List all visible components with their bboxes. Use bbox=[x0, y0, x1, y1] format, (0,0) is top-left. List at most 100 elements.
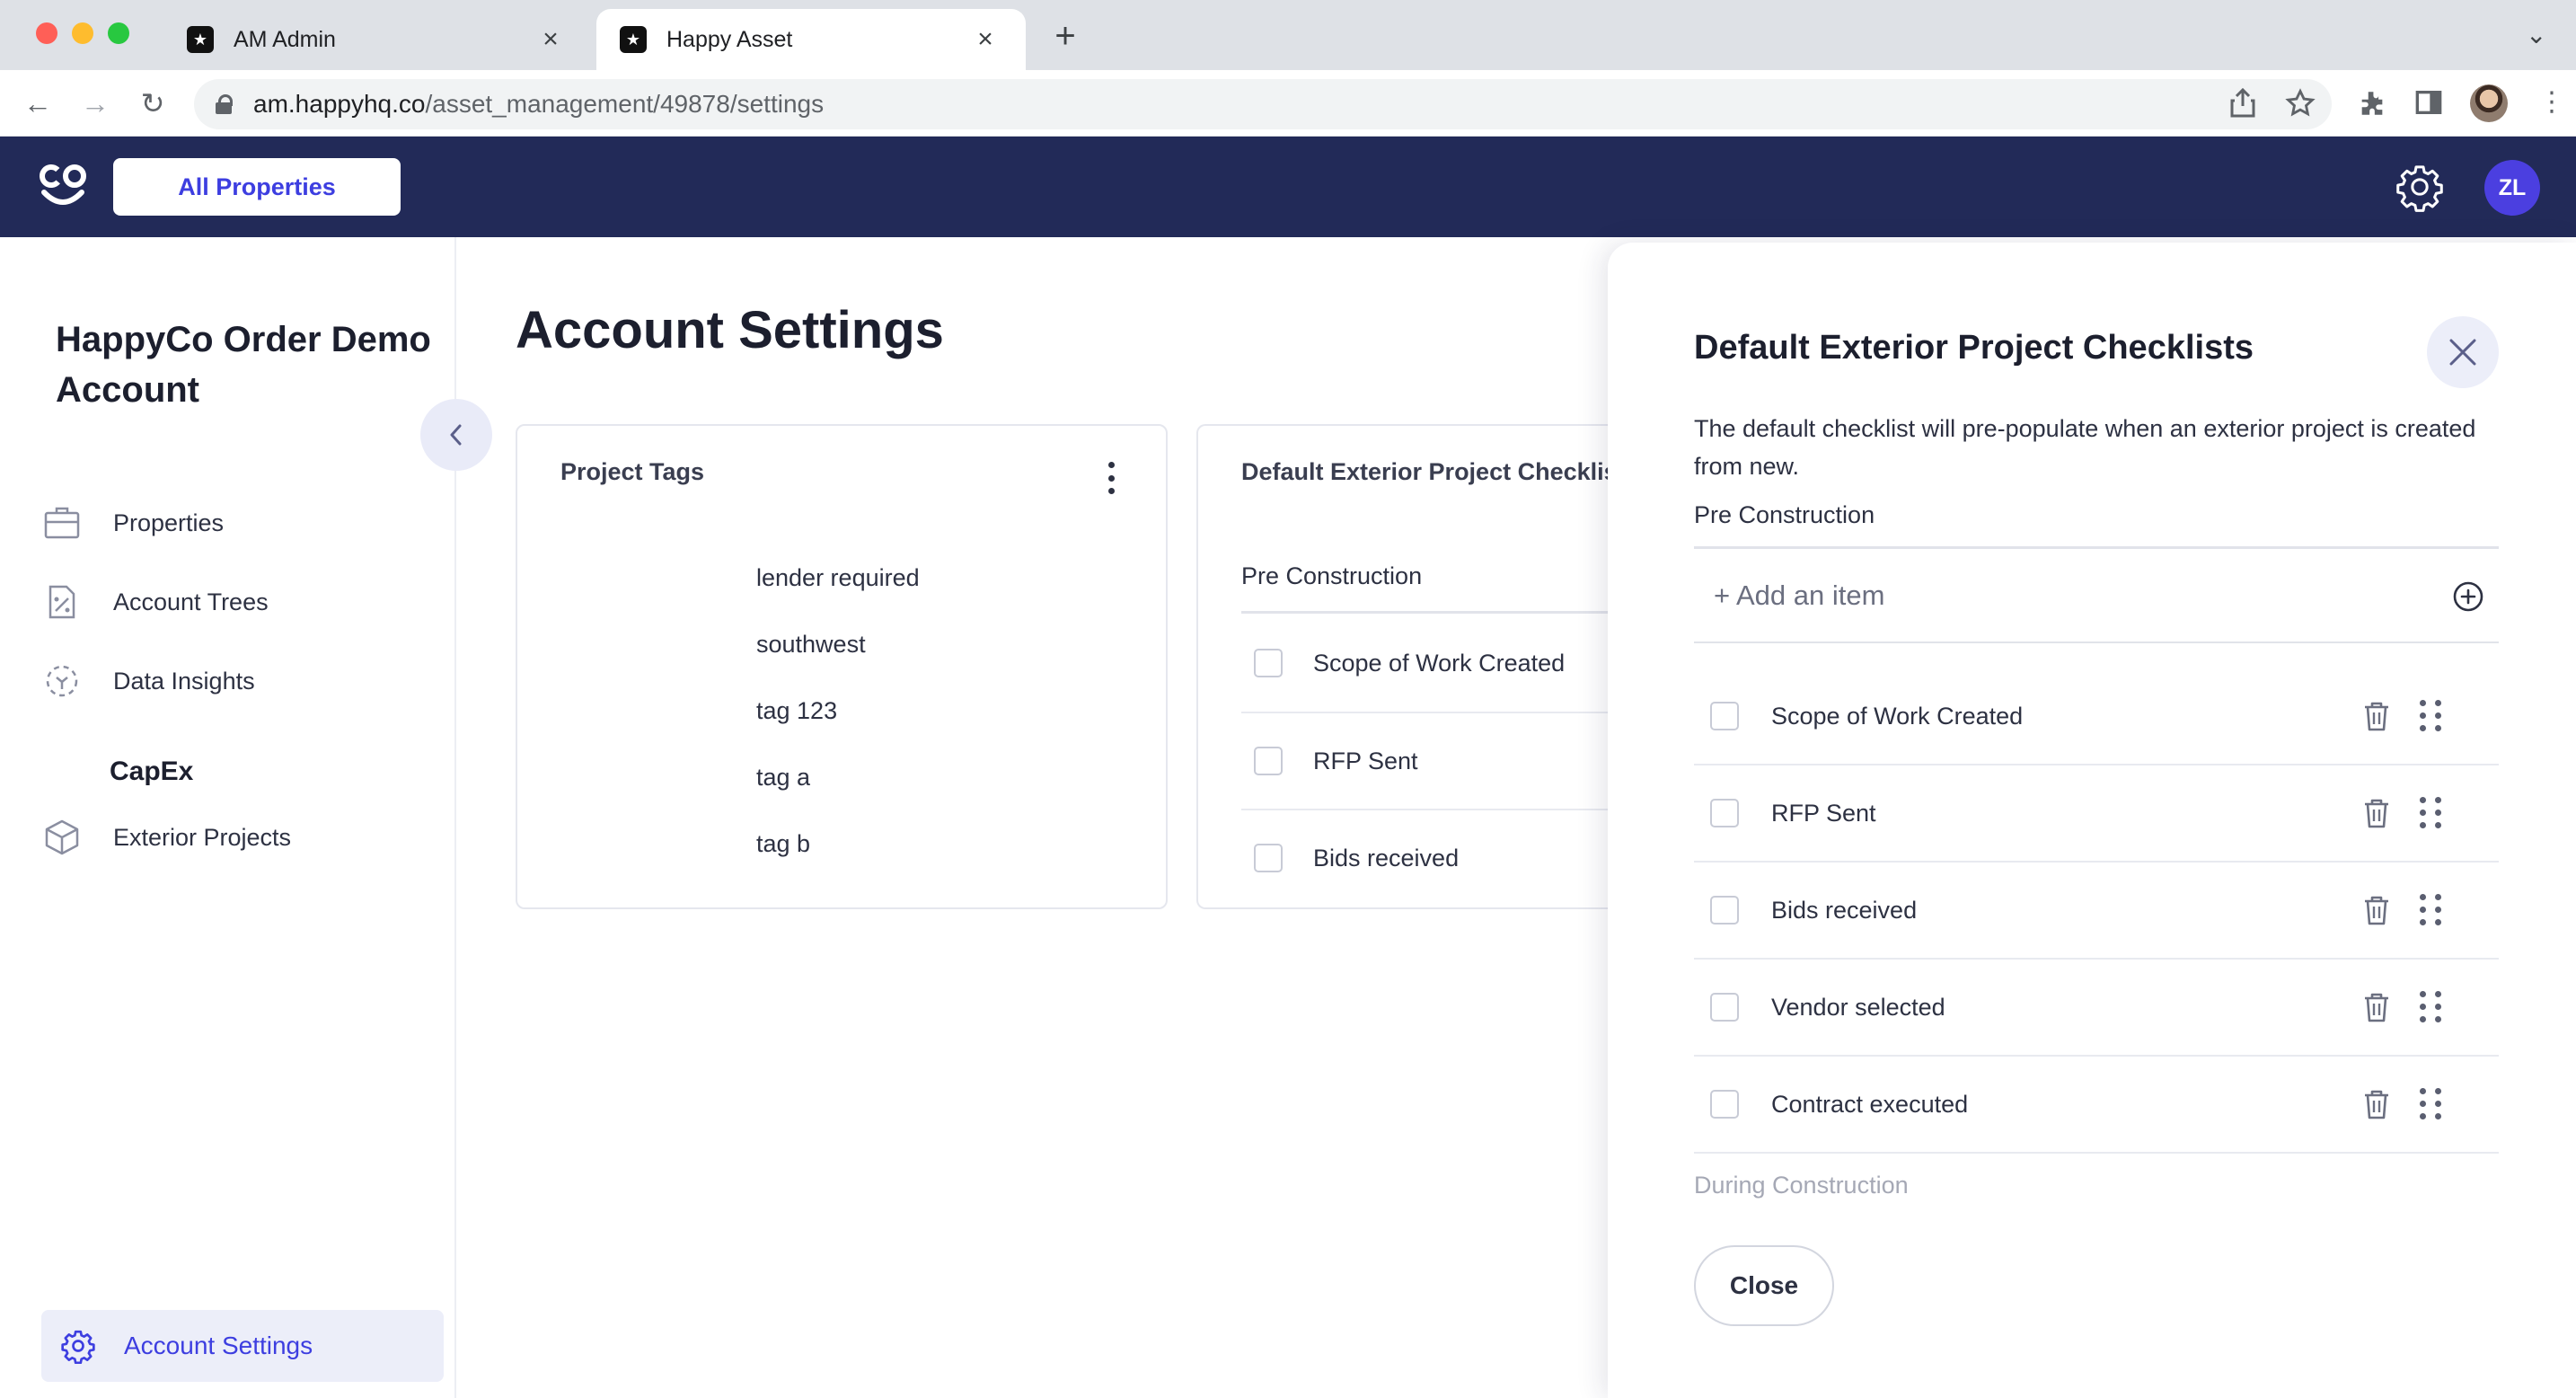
checkbox[interactable] bbox=[1710, 896, 1739, 925]
star-favicon-icon: ★ bbox=[620, 26, 647, 53]
extensions-puzzle-icon[interactable] bbox=[2357, 88, 2387, 119]
page-title: Account Settings bbox=[516, 301, 944, 359]
url-host: am.happyhq.co bbox=[253, 90, 426, 118]
checklist-item-label: RFP Sent bbox=[1771, 799, 1876, 827]
add-item-placeholder: + Add an item bbox=[1714, 580, 1885, 611]
browser-tab-am-admin[interactable]: ★ AM Admin × bbox=[163, 9, 591, 70]
trash-icon[interactable] bbox=[2362, 797, 2391, 829]
share-icon[interactable] bbox=[2229, 88, 2256, 119]
drag-handle-icon[interactable] bbox=[2420, 991, 2443, 1023]
checkbox[interactable] bbox=[1710, 799, 1739, 827]
checklist-item: Scope of Work Created bbox=[1694, 668, 2499, 765]
cube-icon bbox=[41, 817, 83, 858]
tag-item: tag a bbox=[756, 764, 811, 791]
trash-icon[interactable] bbox=[2362, 700, 2391, 732]
exterior-checklist-card: Default Exterior Project Checklists Pre … bbox=[1196, 424, 1663, 909]
sidebar-item-label: Data Insights bbox=[113, 667, 255, 695]
settings-gear-icon[interactable] bbox=[2395, 162, 2445, 212]
trash-icon[interactable] bbox=[2362, 894, 2391, 926]
tab-search-chevron-icon[interactable]: ⌄ bbox=[2526, 20, 2546, 49]
sidebar: HappyCo Order Demo Account Properties Ac… bbox=[0, 237, 456, 1398]
checkbox[interactable] bbox=[1710, 1090, 1739, 1119]
drawer-description: The default checklist will pre-populate … bbox=[1694, 415, 2476, 480]
checkbox[interactable] bbox=[1254, 649, 1283, 677]
checklist-item-label: Contract executed bbox=[1771, 1090, 1969, 1118]
add-circle-icon[interactable] bbox=[2452, 580, 2484, 613]
browser-toolbar: ← → ↻ am.happyhq.co/asset_management/498… bbox=[0, 70, 2576, 137]
checklist-item: Contract executed bbox=[1694, 1057, 2499, 1154]
divider bbox=[1694, 546, 2499, 549]
bookmark-star-icon[interactable] bbox=[2285, 88, 2316, 119]
sidebar-item-label: Exterior Projects bbox=[113, 823, 292, 851]
gear-icon bbox=[57, 1325, 99, 1367]
close-button[interactable]: Close bbox=[1694, 1245, 1834, 1326]
window-minimize-button[interactable] bbox=[72, 22, 93, 44]
briefcase-icon bbox=[41, 502, 83, 544]
trash-icon[interactable] bbox=[2362, 991, 2391, 1023]
checklist-item: RFP Sent bbox=[1694, 765, 2499, 863]
checklist-drawer: Default Exterior Project Checklists The … bbox=[1608, 243, 2576, 1398]
tab-title: AM Admin bbox=[234, 26, 336, 52]
card-title: Project Tags bbox=[560, 458, 705, 485]
checklist-section-label: Pre Construction bbox=[1241, 562, 1423, 589]
app-header: All Properties ZL bbox=[0, 137, 2576, 237]
organization-name: HappyCo Order Demo Account bbox=[56, 320, 431, 410]
checkbox[interactable] bbox=[1710, 702, 1739, 730]
back-arrow-icon[interactable]: ← bbox=[18, 84, 57, 124]
drag-handle-icon[interactable] bbox=[2420, 700, 2443, 732]
happyco-logo-icon[interactable] bbox=[40, 160, 86, 212]
drag-handle-icon[interactable] bbox=[2420, 894, 2443, 926]
tag-item: lender required bbox=[756, 564, 920, 591]
checkbox[interactable] bbox=[1710, 993, 1739, 1022]
close-tab-icon[interactable]: × bbox=[537, 24, 564, 55]
checkbox[interactable] bbox=[1254, 844, 1283, 872]
chevron-left-icon bbox=[450, 424, 462, 446]
tab-title: Happy Asset bbox=[666, 26, 793, 52]
browser-profile-avatar[interactable] bbox=[2470, 84, 2508, 122]
trash-icon[interactable] bbox=[2362, 1088, 2391, 1120]
collapse-sidebar-button[interactable] bbox=[420, 399, 492, 471]
add-item-input[interactable]: + Add an item bbox=[1694, 550, 2499, 643]
browser-menu-kebab-icon[interactable]: ⋮ bbox=[2538, 86, 2565, 118]
side-panel-icon[interactable] bbox=[2414, 88, 2443, 117]
checklist-section-label: During Construction bbox=[1694, 1172, 1909, 1199]
window-close-button[interactable] bbox=[36, 22, 57, 44]
sidebar-item-properties[interactable]: Properties bbox=[41, 500, 224, 546]
reload-icon[interactable]: ↻ bbox=[133, 84, 172, 124]
new-tab-icon[interactable]: + bbox=[1045, 16, 1085, 57]
checklist-item: Bids received bbox=[1241, 809, 1663, 906]
drag-handle-icon[interactable] bbox=[2420, 797, 2443, 829]
forward-arrow-icon[interactable]: → bbox=[75, 84, 115, 124]
url-path: /asset_management/49878/settings bbox=[425, 90, 825, 118]
user-avatar[interactable]: ZL bbox=[2484, 160, 2540, 216]
drag-handle-icon[interactable] bbox=[2420, 1088, 2443, 1120]
data-insights-icon bbox=[41, 660, 83, 702]
checklist-item-label: Scope of Work Created bbox=[1313, 649, 1566, 677]
sidebar-item-exterior-projects[interactable]: Exterior Projects bbox=[41, 814, 291, 861]
window-zoom-button[interactable] bbox=[108, 22, 129, 44]
all-properties-button[interactable]: All Properties bbox=[113, 158, 401, 216]
drawer-close-button[interactable] bbox=[2427, 316, 2499, 388]
checklist-item: Scope of Work Created bbox=[1241, 615, 1663, 712]
browser-tab-happy-asset[interactable]: ★ Happy Asset × bbox=[596, 9, 1026, 70]
close-icon bbox=[2449, 339, 2476, 366]
checklist-item-label: Bids received bbox=[1771, 896, 1918, 924]
checklist-item-label: RFP Sent bbox=[1313, 747, 1418, 774]
sidebar-item-label: Account Settings bbox=[124, 1332, 313, 1359]
tag-item: tag 123 bbox=[756, 697, 838, 724]
sidebar-item-label: Properties bbox=[113, 509, 225, 536]
checklist-item: RFP Sent bbox=[1241, 712, 1663, 809]
kebab-menu-icon[interactable] bbox=[1107, 462, 1116, 494]
address-bar[interactable]: am.happyhq.co/asset_management/49878/set… bbox=[194, 79, 2332, 129]
sidebar-item-account-settings[interactable]: Account Settings bbox=[41, 1310, 444, 1382]
card-title: Default Exterior Project Checklists bbox=[1241, 458, 1639, 485]
drawer-title: Default Exterior Project Checklists bbox=[1694, 329, 2254, 367]
project-tags-card: Project Tags lender required southwest t… bbox=[516, 424, 1168, 909]
close-tab-icon[interactable]: × bbox=[972, 24, 999, 55]
checklist-item: Bids received bbox=[1694, 863, 2499, 960]
tag-item: tag b bbox=[756, 830, 811, 857]
sidebar-item-account-trees[interactable]: Account Trees bbox=[41, 579, 269, 625]
checkbox[interactable] bbox=[1254, 747, 1283, 775]
checklist-item-label: Bids received bbox=[1313, 844, 1460, 872]
sidebar-item-data-insights[interactable]: Data Insights bbox=[41, 658, 255, 704]
